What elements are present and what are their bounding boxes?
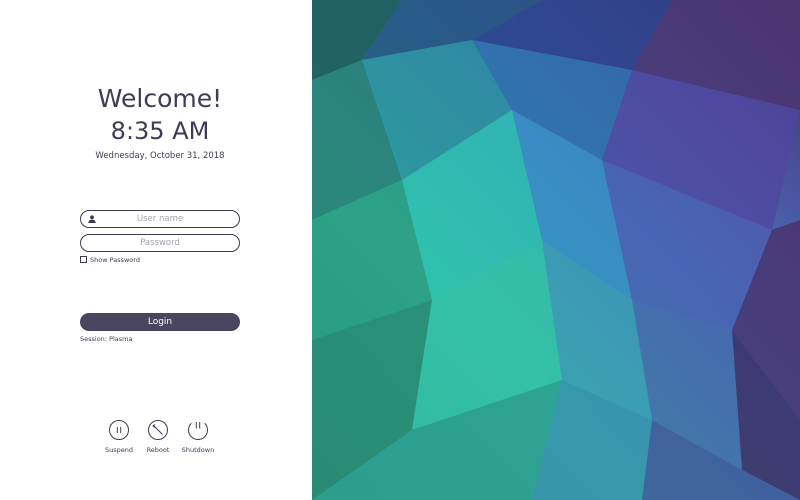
show-password-checkbox[interactable] — [80, 256, 87, 263]
show-password-toggle[interactable]: Show Password — [80, 255, 140, 264]
username-input[interactable] — [81, 211, 239, 227]
password-input[interactable] — [81, 235, 239, 251]
shutdown-button[interactable]: Shutdown — [178, 420, 218, 454]
username-field[interactable] — [80, 210, 240, 228]
reboot-label: Reboot — [146, 446, 170, 454]
login-panel: Welcome! 8:35 AM Wednesday, October 31, … — [0, 0, 312, 500]
suspend-button[interactable]: Suspend — [99, 420, 139, 454]
welcome-heading: Welcome! — [97, 84, 223, 113]
reboot-icon — [148, 420, 168, 440]
wallpaper — [312, 0, 800, 500]
shutdown-label: Shutdown — [181, 446, 215, 454]
login-button[interactable]: Login — [80, 313, 240, 331]
date-label: Wednesday, October 31, 2018 — [95, 151, 225, 161]
clock: 8:35 AM — [110, 117, 210, 145]
show-password-label: Show Password — [90, 255, 140, 264]
pause-icon — [109, 420, 129, 440]
password-field[interactable] — [80, 234, 240, 252]
session-selector[interactable]: Session: Plasma — [80, 335, 132, 343]
power-icon — [188, 420, 208, 440]
suspend-label: Suspend — [104, 446, 133, 454]
reboot-button[interactable]: Reboot — [138, 420, 178, 454]
